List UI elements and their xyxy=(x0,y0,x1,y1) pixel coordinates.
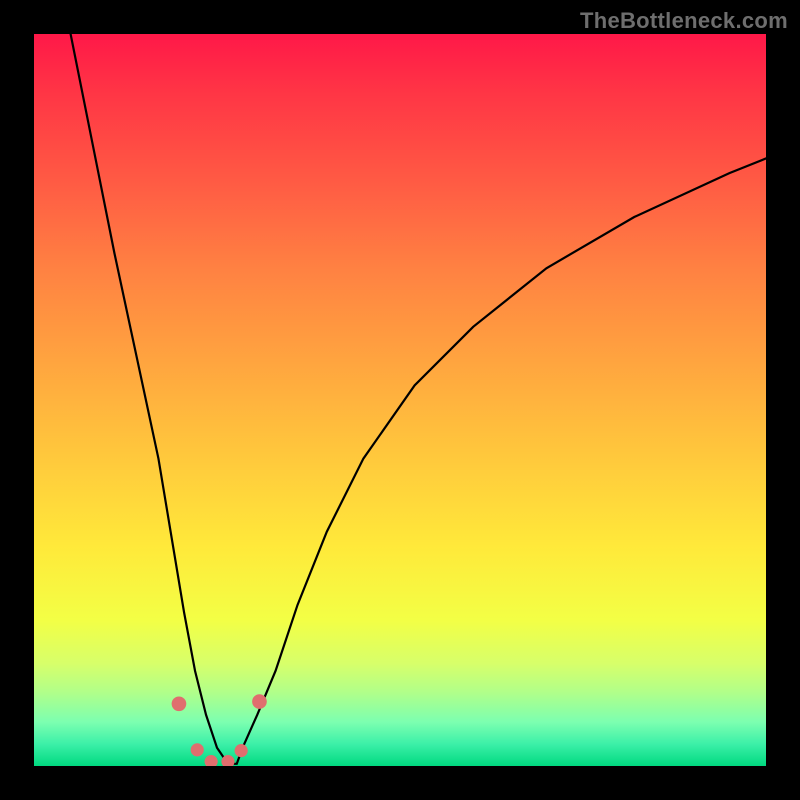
curve-marker xyxy=(235,744,248,757)
curve-marker xyxy=(252,694,267,709)
curve-marker xyxy=(221,755,234,766)
plot-area xyxy=(34,34,766,766)
bottleneck-curve xyxy=(71,34,766,764)
curve-marker xyxy=(205,755,218,766)
curve-marker xyxy=(191,743,204,756)
watermark-text: TheBottleneck.com xyxy=(580,8,788,34)
curve-markers xyxy=(172,694,267,766)
bottleneck-curve-svg xyxy=(34,34,766,766)
curve-marker xyxy=(172,696,187,711)
